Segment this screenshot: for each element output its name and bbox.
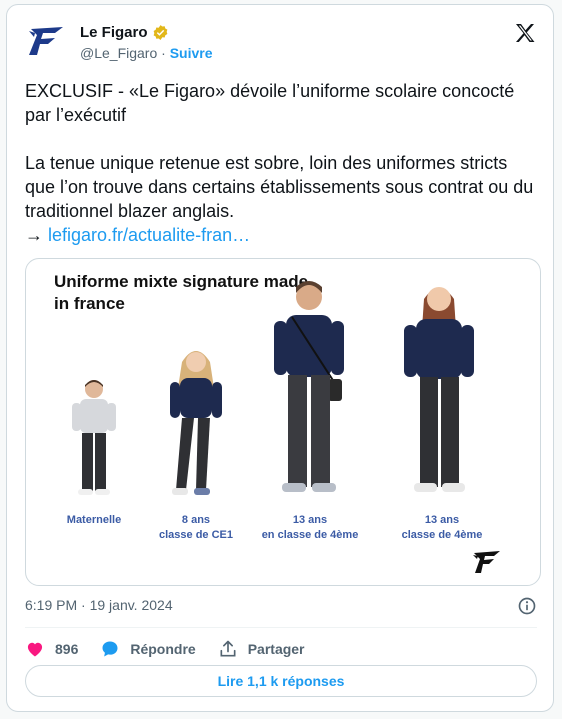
figaro-logo-icon[interactable]	[25, 19, 69, 63]
divider	[25, 627, 537, 628]
tweet-text: EXCLUSIF - «Le Figaro» dévoile l’uniform…	[25, 79, 535, 247]
separator-dot: ·	[161, 45, 166, 61]
share-icon	[220, 640, 236, 657]
tweet-body: EXCLUSIF - «Le Figaro» dévoile l’uniform…	[25, 81, 534, 245]
child-figure-8-ans	[170, 351, 222, 495]
actions-bar: 896 Répondre Partager	[25, 635, 327, 663]
author-handle-row: @Le_Figaro · Suivre	[80, 45, 213, 61]
share-button[interactable]: Partager	[218, 639, 305, 659]
heart-icon	[27, 642, 43, 657]
author-name-text[interactable]: Le Figaro	[80, 24, 148, 41]
figaro-logo-icon	[473, 551, 500, 573]
follow-button[interactable]: Suivre	[170, 45, 213, 61]
caption-13-ans-boy: 13 ans en classe de 4ème	[261, 514, 359, 541]
like-button[interactable]: 896	[25, 639, 78, 659]
verified-badge-icon	[153, 25, 167, 40]
author-name[interactable]: Le Figaro	[80, 24, 169, 41]
reply-button[interactable]: Répondre	[100, 639, 196, 659]
tweet-card: Le Figaro @Le_Figaro · Suivre EXCLUSIF -…	[6, 4, 554, 712]
child-figure-13-ans-boy	[274, 281, 344, 492]
share-label: Partager	[247, 641, 305, 657]
child-figure-maternelle	[72, 380, 116, 495]
x-logo-icon[interactable]	[513, 21, 537, 45]
read-replies-button[interactable]: Lire 1,1 k réponses	[25, 665, 537, 697]
tweet-media[interactable]: Uniforme mixte signature made in france	[25, 258, 541, 586]
like-count: 896	[55, 641, 79, 657]
info-icon[interactable]	[517, 596, 537, 616]
caption-maternelle: Maternelle	[66, 514, 122, 526]
reply-icon	[102, 641, 118, 657]
tweet-timestamp[interactable]: 6:19 PM · 19 janv. 2024	[25, 597, 173, 613]
tweet-link[interactable]: lefigaro.fr/actualite-fran…	[48, 225, 250, 245]
author-handle[interactable]: @Le_Figaro	[80, 45, 157, 61]
caption-13-ans-girl: 13 ans classe de 4ème	[401, 514, 483, 541]
child-figure-13-ans-girl	[404, 287, 474, 492]
reply-label: Répondre	[130, 641, 196, 657]
caption-8-ans: 8 ans classe de CE1	[159, 514, 233, 541]
